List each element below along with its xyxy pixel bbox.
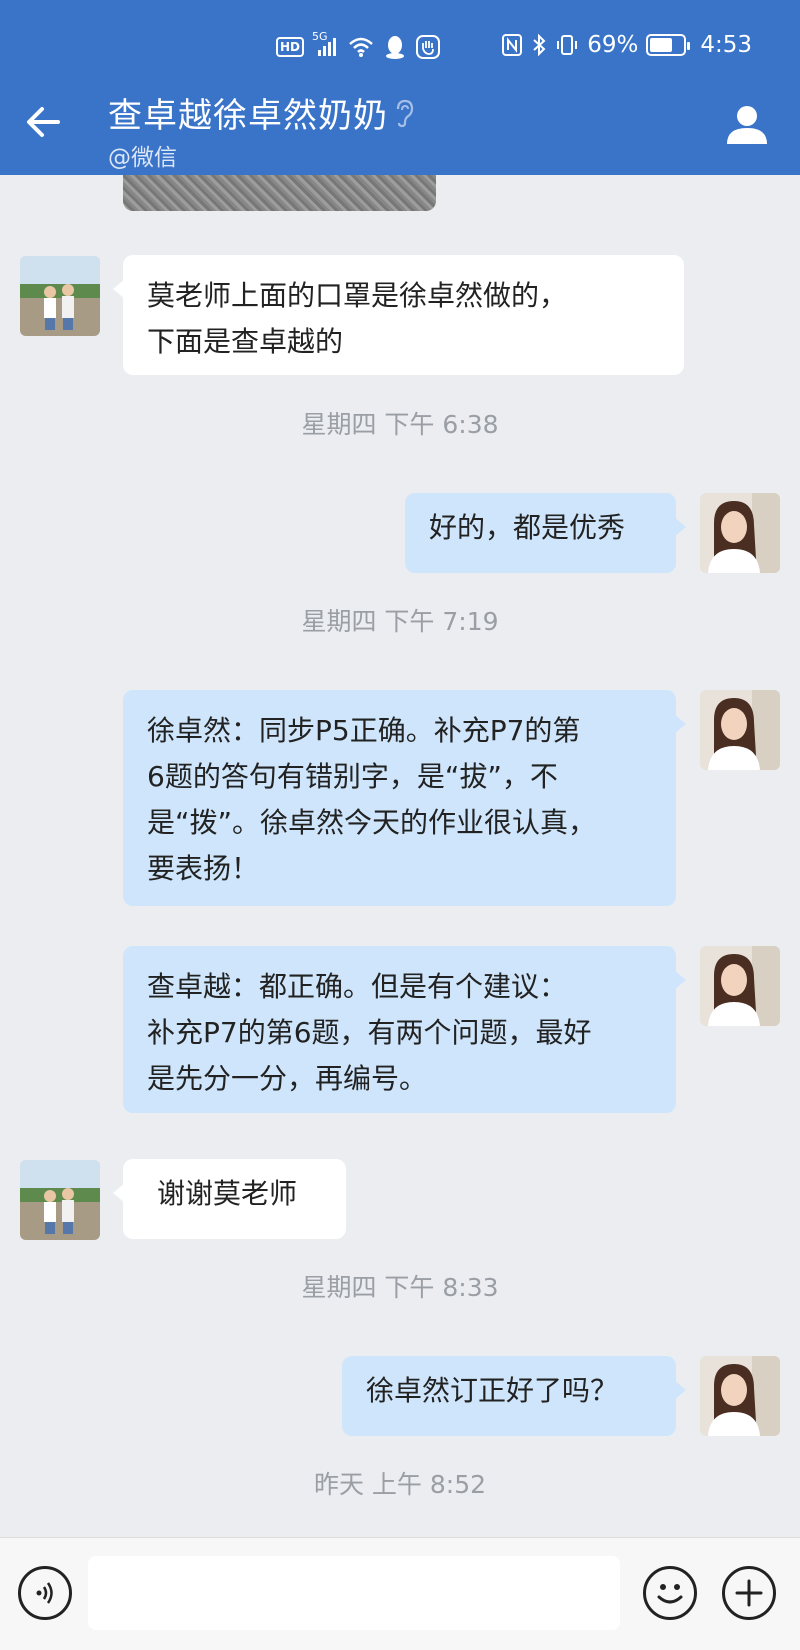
message-line: 补充P7的第6题，有两个问题，最好 [147, 1016, 592, 1049]
hd-badge: HD [276, 34, 305, 60]
message-line: 6题的答句有错别字，是“拔”，不 [147, 760, 558, 793]
message-line: 徐卓然：同步P5正确。补充P7的第 [147, 714, 581, 747]
message-line: 徐卓然订正好了吗？ [366, 1374, 619, 1407]
timestamp: 星期四 下午 7:19 [301, 607, 499, 636]
profile-icon[interactable] [724, 102, 770, 148]
message-bubble-outgoing[interactable]: 查卓越：都正确。但是有个建议： 补充P7的第6题，有两个问题，最好 是先分一分，… [123, 946, 686, 1113]
vibrate-icon [555, 32, 579, 58]
emoji-icon[interactable] [643, 1566, 697, 1620]
message-line: 好的，都是优秀 [429, 511, 626, 544]
avatar-grandma[interactable] [20, 1160, 100, 1240]
chat-title: 查卓越徐卓然奶奶 [108, 88, 416, 137]
avatar-teacher[interactable] [700, 493, 780, 573]
timestamp: 星期四 下午 6:38 [301, 410, 499, 439]
message-line: 莫老师上面的口罩是徐卓然做的， [147, 279, 568, 312]
bluetooth-icon [531, 32, 547, 58]
qq-icon [384, 34, 406, 60]
message-line: 下面是查卓越的 [147, 325, 344, 358]
message-bubble-outgoing[interactable]: 徐卓然订正好了吗？ [342, 1356, 686, 1436]
avatar-teacher[interactable] [700, 946, 780, 1026]
chat-title-text: 查卓越徐卓然奶奶 [108, 96, 388, 136]
message-bubble-outgoing[interactable]: 徐卓然：同步P5正确。补充P7的第 6题的答句有错别字，是“拔”，不 是“拨”。… [123, 690, 686, 906]
message-list[interactable]: 莫老师上面的口罩是徐卓然做的， 下面是查卓越的 星期四 下午 6:38 好的，都… [0, 175, 800, 1537]
message-input[interactable] [88, 1556, 620, 1630]
avatar-grandma[interactable] [20, 256, 100, 336]
timestamp: 星期四 下午 8:33 [301, 1273, 499, 1302]
message-line: 查卓越：都正确。但是有个建议： [147, 970, 568, 1003]
chat-header: HD 5G 69% 4:53 查卓越徐卓然奶奶 @微信 [0, 0, 800, 175]
input-bar [0, 1537, 800, 1650]
message-bubble-outgoing[interactable]: 好的，都是优秀 [405, 493, 686, 573]
timestamp: 昨天 上午 8:52 [313, 1470, 487, 1499]
message-line: 要表扬！ [147, 852, 260, 885]
ear-icon [392, 97, 416, 129]
nfc-icon [501, 32, 523, 58]
cell-signal-icon: 5G [312, 30, 338, 60]
back-arrow-icon[interactable] [22, 100, 66, 144]
voice-input-icon[interactable] [18, 1566, 72, 1620]
wifi-icon [348, 34, 374, 60]
message-line: 是先分一分，再编号。 [147, 1062, 428, 1095]
hand-icon [416, 34, 441, 60]
message-bubble-incoming[interactable]: 莫老师上面的口罩是徐卓然做的， 下面是查卓越的 [113, 255, 684, 375]
message-line: 是“拨”。徐卓然今天的作业很认真， [147, 806, 597, 839]
image-message-partial[interactable] [123, 175, 436, 211]
plus-icon[interactable] [722, 1566, 776, 1620]
message-bubble-incoming[interactable]: 谢谢莫老师 [113, 1159, 346, 1239]
chat-subtitle: @微信 [108, 145, 177, 171]
battery-percent: 69% [587, 32, 639, 58]
status-bar: HD 5G 69% 4:53 [0, 30, 800, 66]
battery-icon [646, 32, 691, 58]
message-line: 谢谢莫老师 [157, 1177, 298, 1210]
avatar-teacher[interactable] [700, 1356, 780, 1436]
clock: 4:53 [700, 32, 752, 58]
avatar-teacher[interactable] [700, 690, 780, 770]
